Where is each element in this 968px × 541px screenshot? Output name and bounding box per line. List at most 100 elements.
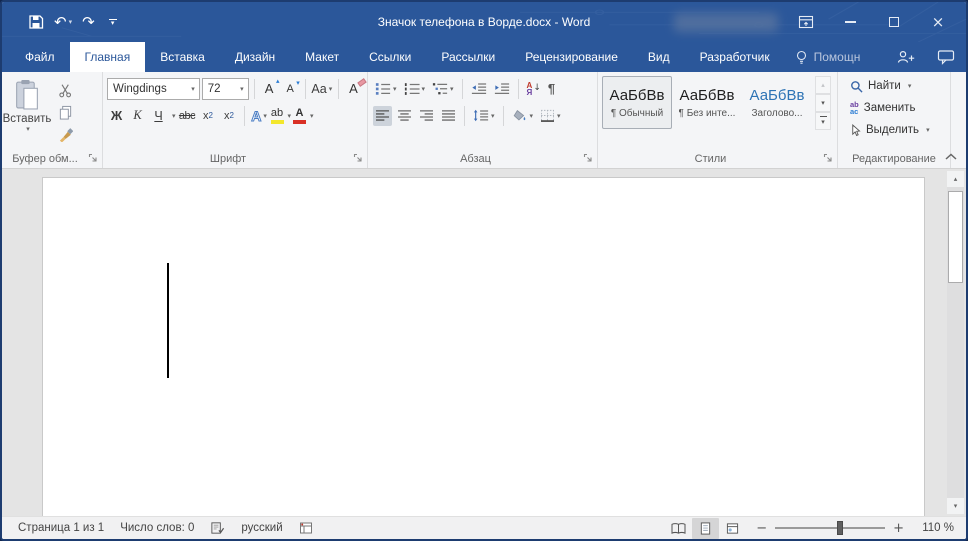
numbering-button[interactable]: ▾ <box>402 79 428 99</box>
page-indicator[interactable]: Страница 1 из 1 <box>10 517 112 539</box>
pilcrow-icon: ¶ <box>547 81 556 96</box>
styles-dialog-launcher[interactable] <box>823 153 834 164</box>
decrease-indent-button[interactable] <box>469 79 489 99</box>
italic-button[interactable]: К <box>128 106 147 126</box>
highlight-dropdown-icon[interactable]: ▾ <box>288 112 292 120</box>
highlight-button[interactable]: ab <box>270 106 284 126</box>
align-right-button[interactable] <box>417 106 436 126</box>
document-page[interactable] <box>42 177 925 516</box>
tab-review[interactable]: Рецензирование <box>510 42 633 72</box>
read-mode-button[interactable] <box>665 518 692 539</box>
align-center-button[interactable] <box>395 106 414 126</box>
word-count[interactable]: Число слов: 0 <box>112 517 202 539</box>
zoom-in-button[interactable]: + <box>893 521 904 536</box>
align-left-button[interactable] <box>373 105 392 126</box>
proofing-status-button[interactable] <box>202 517 233 539</box>
sort-button[interactable]: АЯ ↓ <box>525 79 543 99</box>
style-no-spacing[interactable]: АаБбВв ¶ Без инте... <box>672 76 742 129</box>
multilevel-list-button[interactable]: ▾ <box>430 79 456 99</box>
font-size-combo[interactable]: 72 ▾ <box>201 77 249 100</box>
copy-button[interactable] <box>54 103 76 121</box>
ribbon-display-options-icon <box>798 15 814 29</box>
line-spacing-button[interactable]: ▾ <box>471 106 497 126</box>
close-button[interactable]: × <box>916 2 960 42</box>
paragraph-dialog-launcher[interactable] <box>583 153 594 164</box>
find-button[interactable]: Найти ▾ <box>838 75 950 97</box>
ribbon-display-options-button[interactable] <box>784 2 828 42</box>
increase-indent-button[interactable] <box>492 79 512 99</box>
maximize-button[interactable] <box>872 2 916 42</box>
share-button[interactable] <box>886 42 926 72</box>
tab-layout[interactable]: Макет <box>290 42 354 72</box>
font-color-button[interactable]: А <box>293 106 307 126</box>
styles-more-button[interactable]: ▾ <box>815 112 831 130</box>
divider <box>338 78 339 99</box>
chevron-down-icon: ▾ <box>263 111 267 120</box>
style-heading1[interactable]: АаБбВв Заголово... <box>742 76 812 129</box>
scrollbar-thumb[interactable] <box>948 191 963 283</box>
clear-formatting-button[interactable]: А <box>344 78 367 99</box>
print-layout-button[interactable] <box>692 517 720 539</box>
paint-bucket-icon <box>513 109 525 121</box>
show-formatting-marks-button[interactable]: ¶ <box>546 79 557 99</box>
redo-button[interactable]: ↷ <box>82 14 95 30</box>
shading-button[interactable]: ▾ <box>510 106 536 126</box>
divider <box>464 105 465 126</box>
scroll-down-button[interactable]: ▾ <box>947 498 964 514</box>
zoom-level-button[interactable]: 110 % <box>914 522 958 534</box>
borders-button[interactable]: ▾ <box>538 106 563 126</box>
undo-dropdown-icon[interactable]: ▾ <box>69 18 73 26</box>
underline-button[interactable]: Ч <box>149 106 168 126</box>
style-normal[interactable]: АаБбВв ¶ Обычный <box>602 76 672 129</box>
document-area[interactable]: ▴ ▾ <box>2 169 966 516</box>
tab-file[interactable]: Файл <box>10 42 70 72</box>
macro-record-button[interactable] <box>291 517 321 539</box>
font-name-combo[interactable]: Wingdings ▾ <box>107 77 200 100</box>
tab-home[interactable]: Главная <box>69 42 146 72</box>
select-button[interactable]: Выделить ▾ <box>838 119 950 141</box>
zoom-slider-handle[interactable] <box>836 521 843 535</box>
styles-scroll-down-button[interactable]: ▾ <box>815 94 831 112</box>
tab-view[interactable]: Вид <box>633 42 685 72</box>
tab-mailings[interactable]: Рассылки <box>426 42 510 72</box>
tab-developer[interactable]: Разработчик <box>685 42 785 72</box>
cut-button[interactable] <box>54 81 76 99</box>
subscript-button[interactable]: x2 <box>199 106 218 126</box>
vertical-scrollbar[interactable]: ▴ ▾ <box>947 171 964 514</box>
underline-dropdown-icon[interactable]: ▾ <box>172 112 176 120</box>
language-button[interactable]: русский <box>233 517 290 539</box>
scroll-up-button[interactable]: ▴ <box>947 171 964 187</box>
customize-quick-access-button[interactable]: ▾ <box>108 18 117 26</box>
justify-button[interactable] <box>439 106 458 126</box>
collapse-ribbon-button[interactable] <box>944 152 958 162</box>
bullets-button[interactable]: ▾ <box>373 79 399 99</box>
replace-button[interactable]: ab ac Заменить <box>838 97 950 119</box>
shrink-font-button[interactable]: А ▾ <box>281 79 299 99</box>
tell-me-assistant[interactable]: Помощн <box>785 42 871 72</box>
bold-button[interactable]: Ж <box>107 106 126 126</box>
superscript-button[interactable]: x2 <box>220 106 239 126</box>
styles-scroll-up-button[interactable]: ▴ <box>815 76 831 94</box>
tab-design[interactable]: Дизайн <box>220 42 290 72</box>
strikethrough-button[interactable]: abc <box>178 106 197 126</box>
grow-font-button[interactable]: А ▴ <box>260 77 280 99</box>
zoom-slider[interactable] <box>775 521 886 535</box>
tab-references[interactable]: Ссылки <box>354 42 426 72</box>
format-painter-button[interactable] <box>54 125 76 143</box>
zoom-level-text: 110 % <box>922 522 954 534</box>
paste-dropdown-icon[interactable]: ▾ <box>26 125 30 133</box>
font-color-dropdown-icon[interactable]: ▾ <box>310 112 314 120</box>
minimize-button[interactable] <box>828 2 872 42</box>
comments-button[interactable] <box>926 42 966 72</box>
undo-button[interactable]: ↶ ▾ <box>54 14 73 30</box>
save-button[interactable] <box>28 14 44 30</box>
scrollbar-track[interactable] <box>947 187 964 498</box>
web-layout-button[interactable] <box>719 518 746 539</box>
clipboard-dialog-launcher[interactable] <box>88 153 99 164</box>
zoom-out-button[interactable]: − <box>756 521 767 536</box>
font-dialog-launcher[interactable] <box>353 153 364 164</box>
text-effects-button[interactable]: А ▾ <box>250 106 269 126</box>
tab-insert[interactable]: Вставка <box>145 42 220 72</box>
eraser-icon <box>357 78 367 87</box>
change-case-button[interactable]: Аа ▾ <box>311 79 333 99</box>
